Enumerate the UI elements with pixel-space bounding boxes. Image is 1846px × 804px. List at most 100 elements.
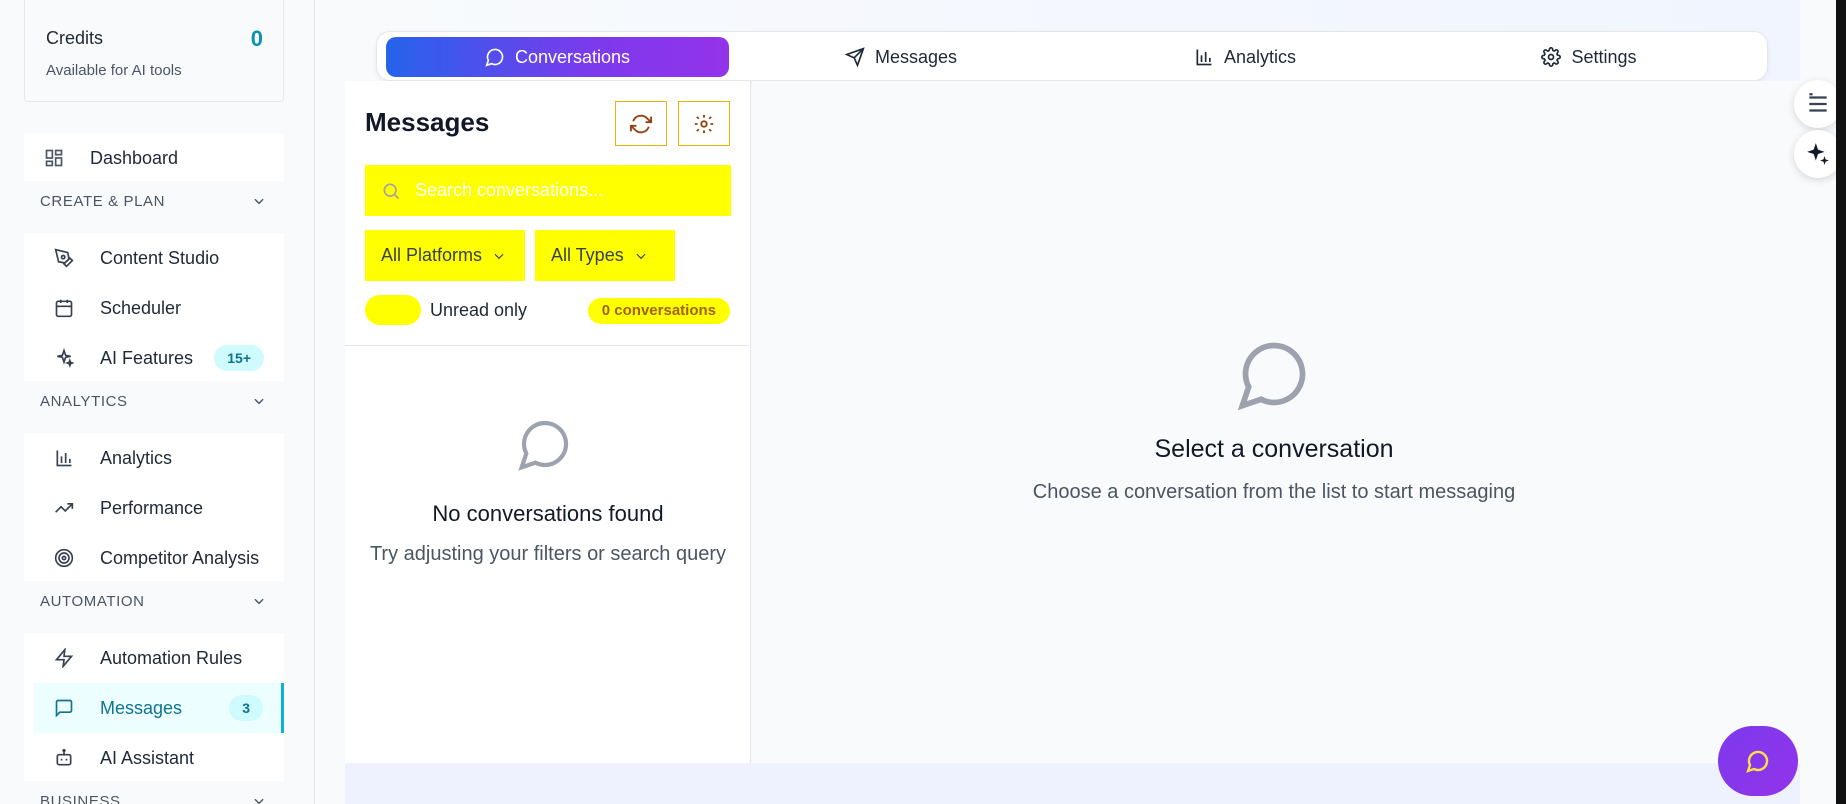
- credits-value: 0: [250, 26, 263, 51]
- tab-messages[interactable]: Messages: [729, 37, 1073, 77]
- type-filter-value: All Types: [551, 245, 624, 265]
- sidebar-item-label: Analytics: [100, 447, 173, 468]
- nav-create-block: Content Studio Scheduler AI Features 15+: [24, 233, 284, 383]
- messages-panel: Messages All Platforms All Types Unread …: [345, 81, 751, 763]
- chevron-down-icon: [254, 198, 264, 205]
- tab-conversations[interactable]: Conversations: [386, 37, 729, 77]
- sidebar-item-analytics[interactable]: Analytics: [24, 433, 284, 483]
- bar-chart-icon: [1196, 49, 1212, 66]
- sidebar-item-performance[interactable]: Performance: [24, 483, 284, 533]
- chevron-down-icon: [636, 253, 646, 259]
- section-label: ANALYTICS: [40, 392, 128, 410]
- chevron-down-icon: [254, 598, 264, 605]
- conversation-empty-title: Select a conversation: [1154, 435, 1394, 463]
- chevron-down-icon: [254, 398, 264, 405]
- conversation-count-badge: 0 conversations: [587, 298, 730, 324]
- search-box: [365, 165, 731, 216]
- refresh-icon: [630, 114, 652, 133]
- section-automation[interactable]: AUTOMATION: [24, 581, 284, 621]
- nav-dashboard-block: Dashboard: [24, 133, 284, 183]
- sidebar-item-ai-assistant[interactable]: AI Assistant: [24, 733, 284, 783]
- search-icon: [383, 183, 400, 199]
- panel-divider: [345, 345, 751, 346]
- pen-tool-icon: [54, 248, 74, 268]
- tab-analytics[interactable]: Analytics: [1073, 37, 1417, 77]
- empty-list-title: No conversations found: [432, 501, 664, 526]
- sidebar-item-label: Content Studio: [100, 247, 220, 268]
- tab-label: Settings: [1571, 46, 1637, 67]
- sidebar-item-label: AI Features: [100, 347, 194, 368]
- type-filter-select[interactable]: All Types: [535, 230, 675, 281]
- message-circle-icon: [1746, 750, 1769, 773]
- credits-subtitle: Available for AI tools: [46, 62, 182, 79]
- message-circle-icon: [518, 420, 569, 471]
- trending-up-icon: [55, 503, 74, 513]
- gear-icon: [694, 114, 714, 133]
- sidebar-item-automation-rules[interactable]: Automation Rules: [24, 633, 284, 683]
- sidebar-item-content-studio[interactable]: Content Studio: [24, 233, 284, 283]
- sidebar-item-label: Messages: [100, 697, 183, 718]
- message-square-icon: [55, 699, 73, 718]
- tab-label: Messages: [874, 46, 958, 67]
- sidebar-item-label: Dashboard: [90, 147, 179, 168]
- empty-list-subtitle: Try adjusting your filters or search que…: [369, 543, 727, 565]
- unread-only-label: Unread only: [430, 300, 528, 320]
- sidebar-item-label: Scheduler: [100, 297, 182, 318]
- ai-sparkle-button[interactable]: [1794, 130, 1842, 178]
- sidebar: Credits 0 Available for AI tools Dashboa…: [0, 0, 315, 804]
- platform-filter-select[interactable]: All Platforms: [365, 230, 525, 281]
- gear-icon: [1541, 47, 1562, 67]
- section-analytics[interactable]: ANALYTICS: [24, 381, 284, 421]
- section-business[interactable]: BUSINESS: [24, 781, 284, 804]
- window-edge: [1836, 0, 1846, 804]
- text-lines-icon: [1809, 93, 1827, 112]
- top-tab-bar: Conversations Messages Analytics Setting…: [376, 31, 1768, 81]
- nav-automation-block: Automation Rules Messages 3 AI Assistant: [24, 633, 284, 783]
- credits-card: Credits 0 Available for AI tools: [24, 0, 284, 102]
- bot-icon: [56, 748, 72, 766]
- sidebar-item-dashboard[interactable]: Dashboard: [24, 133, 284, 183]
- sidebar-item-messages[interactable]: Messages 3: [34, 683, 284, 733]
- tab-label: Conversations: [514, 46, 631, 67]
- sidebar-item-label: Performance: [100, 497, 204, 518]
- conversation-area: Select a conversation Choose a conversat…: [752, 81, 1800, 763]
- sidebar-item-label: Automation Rules: [100, 647, 243, 668]
- section-create-plan[interactable]: CREATE & PLAN: [24, 181, 284, 221]
- message-circle-icon: [1237, 342, 1306, 411]
- conversation-empty-subtitle: Choose a conversation from the list to s…: [1032, 481, 1516, 503]
- platform-filter-value: All Platforms: [381, 245, 483, 265]
- section-label: BUSINESS: [40, 792, 121, 804]
- panel-settings-button[interactable]: [678, 101, 730, 146]
- search-input[interactable]: [415, 180, 715, 201]
- unread-only-toggle[interactable]: [365, 295, 421, 325]
- sidebar-item-label: AI Assistant: [100, 747, 195, 768]
- reader-mode-button[interactable]: [1794, 80, 1842, 128]
- zap-icon: [54, 648, 74, 668]
- sidebar-item-label: Competitor Analysis: [100, 547, 260, 568]
- section-label: AUTOMATION: [40, 592, 145, 610]
- section-label: CREATE & PLAN: [40, 192, 166, 210]
- sparkles-icon: [57, 348, 74, 368]
- nav-analytics-block: Analytics Performance Competitor Analysi…: [24, 433, 284, 583]
- messages-count-badge: 3: [229, 695, 263, 721]
- sidebar-item-ai-features[interactable]: AI Features 15+: [24, 333, 284, 383]
- sidebar-item-competitor-analysis[interactable]: Competitor Analysis: [24, 533, 284, 583]
- message-circle-icon: [485, 48, 504, 67]
- send-icon: [844, 47, 865, 67]
- target-icon: [54, 548, 74, 568]
- sidebar-item-scheduler[interactable]: Scheduler: [24, 283, 284, 333]
- tab-settings[interactable]: Settings: [1417, 37, 1761, 77]
- dashboard-icon: [45, 149, 63, 167]
- calendar-icon: [55, 299, 73, 318]
- chevron-down-icon: [494, 253, 504, 259]
- refresh-button[interactable]: [615, 101, 667, 146]
- ai-features-badge: 15+: [214, 345, 264, 371]
- sparkles-icon: [1807, 143, 1829, 165]
- panel-title: Messages: [365, 107, 490, 137]
- tab-label: Analytics: [1223, 46, 1297, 67]
- chat-fab-button[interactable]: [1718, 726, 1798, 796]
- bottom-strip: [345, 763, 1800, 804]
- credits-title: Credits: [46, 28, 104, 48]
- bar-chart-icon: [56, 450, 72, 467]
- chevron-down-icon: [254, 798, 264, 804]
